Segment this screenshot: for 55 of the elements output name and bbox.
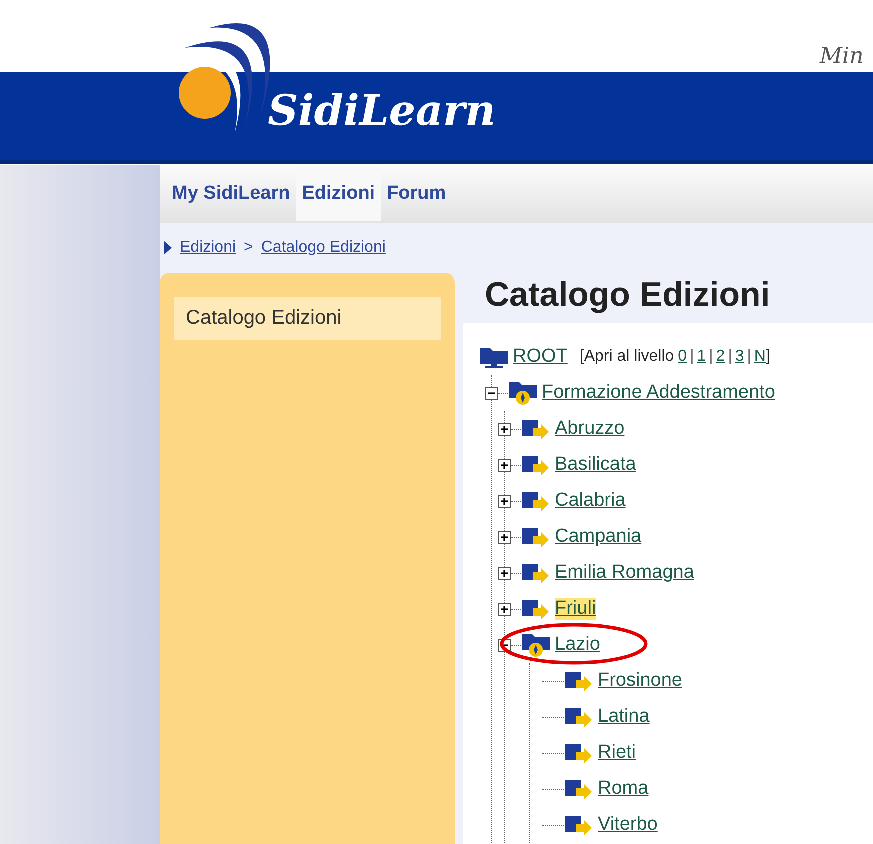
sidebar-item[interactable]: Catalogo Edizioni [174, 297, 441, 340]
level-separator: | [709, 348, 714, 366]
nav-tab[interactable]: My SidiLearn [166, 167, 296, 221]
level-bracket: ] [766, 348, 770, 366]
expand-icon[interactable] [498, 458, 511, 472]
open-folder-badge-icon [521, 632, 551, 658]
triangle-icon [164, 241, 172, 255]
computer-folder-icon [479, 345, 509, 369]
level-link[interactable]: 0 [678, 348, 688, 366]
level-link[interactable]: 3 [735, 348, 744, 366]
level-link[interactable]: N [754, 348, 766, 366]
breadcrumb-separator: > [244, 239, 254, 257]
folder-arrow-icon [564, 813, 594, 837]
tree-link[interactable]: Friuli [555, 598, 596, 620]
expand-icon[interactable] [498, 422, 511, 436]
nav-tab[interactable]: Forum [381, 167, 452, 221]
open-folder-badge-icon [508, 380, 538, 406]
expand-icon[interactable] [498, 530, 511, 544]
tree-link[interactable]: Frosinone [598, 670, 682, 692]
tree-link[interactable]: Roma [598, 778, 649, 800]
breadcrumb-link[interactable]: Edizioni [180, 239, 236, 257]
tree-link[interactable]: Abruzzo [555, 418, 625, 440]
expand-icon[interactable] [498, 602, 511, 616]
folder-arrow-icon [521, 561, 551, 585]
level-separator: | [690, 348, 694, 366]
collapse-icon[interactable] [485, 386, 498, 400]
folder-arrow-icon [521, 417, 551, 441]
tree-link[interactable]: Campania [555, 526, 642, 548]
tree-link[interactable]: Calabria [555, 490, 626, 512]
tree-link[interactable]: Viterbo [598, 814, 658, 836]
expand-icon[interactable] [498, 566, 511, 580]
ministry-text: Min [820, 44, 864, 69]
folder-arrow-icon [521, 453, 551, 477]
breadcrumb-link[interactable]: Catalogo Edizioni [261, 239, 386, 257]
tree-link[interactable]: Lazio [555, 634, 600, 656]
level-link[interactable]: 1 [697, 348, 706, 366]
folder-arrow-icon [521, 597, 551, 621]
level-link[interactable]: 2 [716, 348, 726, 366]
folder-arrow-icon [521, 489, 551, 513]
tree-link[interactable]: Basilicata [555, 454, 636, 476]
folder-arrow-icon [564, 705, 594, 729]
tree-link[interactable]: Rieti [598, 742, 636, 764]
folder-arrow-icon [521, 525, 551, 549]
level-label: [Apri al livello [580, 348, 674, 366]
root-link[interactable]: ROOT [513, 346, 568, 368]
expand-icon[interactable] [498, 494, 511, 508]
tree-link[interactable]: Formazione Addestramento [542, 382, 776, 404]
tree-link[interactable]: Latina [598, 706, 650, 728]
level-separator: | [728, 348, 732, 366]
folder-arrow-icon [564, 777, 594, 801]
folder-arrow-icon [564, 669, 594, 693]
logo-text: SidiLearn [268, 86, 496, 135]
tree-link[interactable]: Emilia Romagna [555, 562, 694, 584]
level-separator: | [747, 348, 752, 366]
folder-arrow-icon [564, 741, 594, 765]
